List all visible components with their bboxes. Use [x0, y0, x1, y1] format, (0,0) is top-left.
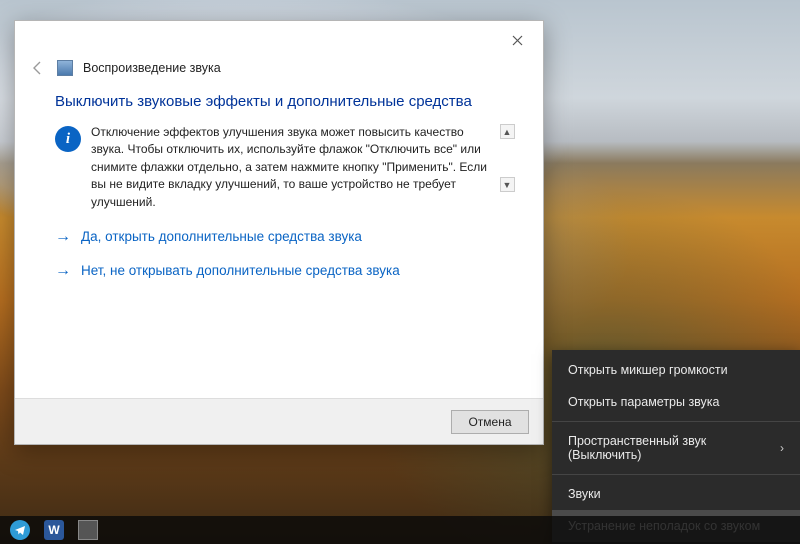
menu-item-label: Звуки	[568, 487, 601, 501]
taskbar: W	[0, 516, 800, 544]
dialog-heading: Выключить звуковые эффекты и дополнитель…	[55, 93, 515, 110]
dialog-footer: Отмена	[15, 398, 543, 444]
option-yes-label: Да, открыть дополнительные средства звук…	[81, 229, 362, 244]
scroll-up-icon[interactable]: ▲	[500, 124, 515, 139]
menu-item-label: Открыть микшер громкости	[568, 363, 728, 377]
back-arrow-icon[interactable]	[29, 59, 47, 77]
explorer-icon	[78, 520, 98, 540]
taskbar-icon-telegram[interactable]	[4, 518, 36, 542]
menu-separator	[552, 474, 800, 475]
sound-context-menu: Открыть микшер громкости Открыть параметр…	[552, 350, 800, 544]
scroll-down-icon[interactable]: ▼	[500, 177, 515, 192]
menu-item-label: Пространственный звук (Выключить)	[568, 434, 780, 462]
troubleshooter-dialog: Воспроизведение звука Выключить звуковые…	[14, 20, 544, 445]
window-title: Воспроизведение звука	[83, 61, 221, 75]
dialog-header: Воспроизведение звука	[15, 59, 543, 85]
cancel-label: Отмена	[468, 415, 511, 429]
arrow-right-icon: →	[55, 263, 71, 279]
titlebar	[15, 21, 543, 59]
option-no[interactable]: → Нет, не открывать дополнительные средс…	[55, 263, 515, 279]
taskbar-icon-word[interactable]: W	[38, 518, 70, 542]
window-icon	[57, 60, 73, 76]
taskbar-icon-explorer[interactable]	[72, 518, 104, 542]
menu-separator	[552, 421, 800, 422]
option-yes[interactable]: → Да, открыть дополнительные средства зв…	[55, 229, 515, 245]
telegram-icon	[10, 520, 30, 540]
description-scrollbar[interactable]: ▲ ▼	[499, 124, 515, 192]
dialog-description: Отключение эффектов улучшения звука може…	[91, 124, 495, 211]
menu-item[interactable]: Пространственный звук (Выключить)›	[552, 425, 800, 471]
menu-item-label: Открыть параметры звука	[568, 395, 720, 409]
cancel-button[interactable]: Отмена	[451, 410, 529, 434]
word-icon: W	[44, 520, 64, 540]
option-no-label: Нет, не открывать дополнительные средств…	[81, 263, 400, 278]
chevron-right-icon: ›	[780, 441, 784, 455]
menu-item[interactable]: Звуки	[552, 478, 800, 510]
arrow-right-icon: →	[55, 229, 71, 245]
menu-item[interactable]: Открыть микшер громкости	[552, 354, 800, 386]
close-button[interactable]	[497, 25, 537, 55]
info-row: i Отключение эффектов улучшения звука мо…	[55, 124, 515, 211]
dialog-body: Выключить звуковые эффекты и дополнитель…	[15, 85, 543, 398]
menu-item[interactable]: Открыть параметры звука	[552, 386, 800, 418]
info-icon: i	[55, 126, 81, 152]
